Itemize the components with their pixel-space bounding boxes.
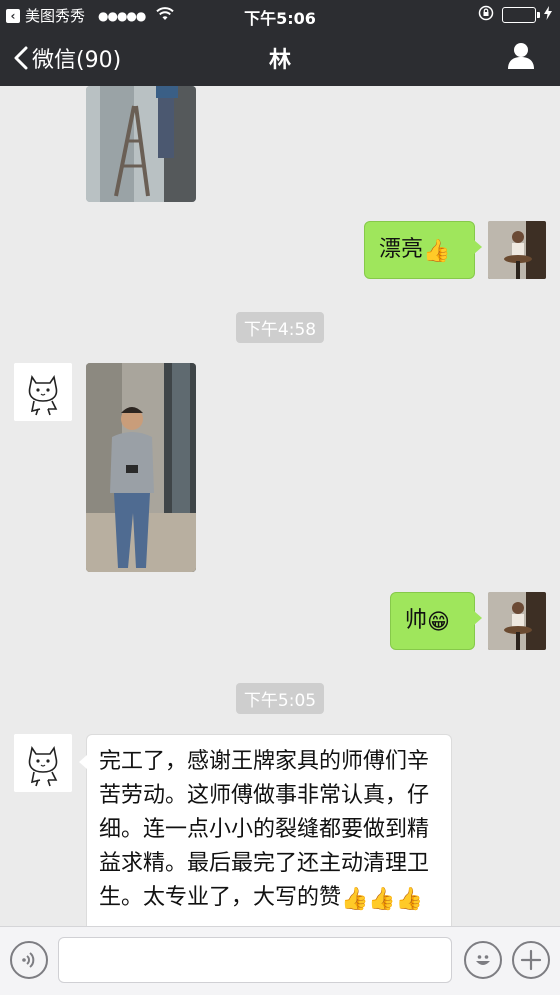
message-text: 帅 [405,608,428,633]
add-icon [520,949,542,971]
message-bubble-received[interactable]: 完工了，感谢王牌家具的师傅们辛苦劳动。这师傅做事非常认真，仔细。连一点小小的裂缝… [79,734,452,926]
emoji-icon [476,955,490,965]
timestamp: 下午4:58 [0,312,560,343]
message-input[interactable] [58,937,452,983]
received-photo[interactable] [86,86,196,202]
thumbs-up-icon: 👍 [423,239,451,264]
voice-icon [22,952,35,968]
cat-avatar-icon [14,734,72,792]
voice-button[interactable] [10,941,48,979]
message-bubble-sent[interactable]: 漂亮👍 [364,221,482,279]
profile-icon[interactable] [508,42,534,70]
contact-avatar[interactable] [14,363,72,421]
add-button[interactable] [512,941,550,979]
input-bar [0,926,560,995]
rotation-lock-icon [478,5,494,25]
status-right [478,5,552,25]
my-avatar[interactable] [488,592,546,650]
message-text: 漂亮 [379,237,424,262]
timestamp: 下午5:05 [0,683,560,714]
chat-title: 林 [268,48,291,73]
thumbs-up-icon: 👍 [395,887,424,912]
cat-avatar-icon [14,363,72,421]
contact-avatar[interactable] [14,734,72,792]
timestamp-text: 下午4:58 [235,312,325,343]
avatar-image [488,592,546,650]
thumbs-up-icon: 👍 [341,887,369,912]
avatar-image [488,221,546,279]
grin-icon: 😁 [427,610,450,635]
emoji-button[interactable] [464,941,502,979]
nav-bar: 微信(90) 林 [0,28,560,86]
photo-scene-image [86,86,196,202]
message-bubble-sent[interactable]: 帅😁 [390,592,482,650]
timestamp-text: 下午5:05 [235,683,325,714]
charging-icon [544,6,552,24]
battery-icon [502,7,540,23]
status-bar: ‹ 美图秀秀 ●●●●● 下午5:06 [0,0,560,28]
thumbs-up-icon: 👍 [368,887,396,912]
status-time: 下午5:06 [244,9,316,28]
my-avatar[interactable] [488,221,546,279]
photo-person-image [86,363,196,572]
chat-area[interactable]: 漂亮👍 下午4:58 帅😁 下午5:05 完工了，感谢王牌家具的师傅们辛苦劳动。… [0,86,560,926]
received-photo[interactable] [86,363,196,572]
